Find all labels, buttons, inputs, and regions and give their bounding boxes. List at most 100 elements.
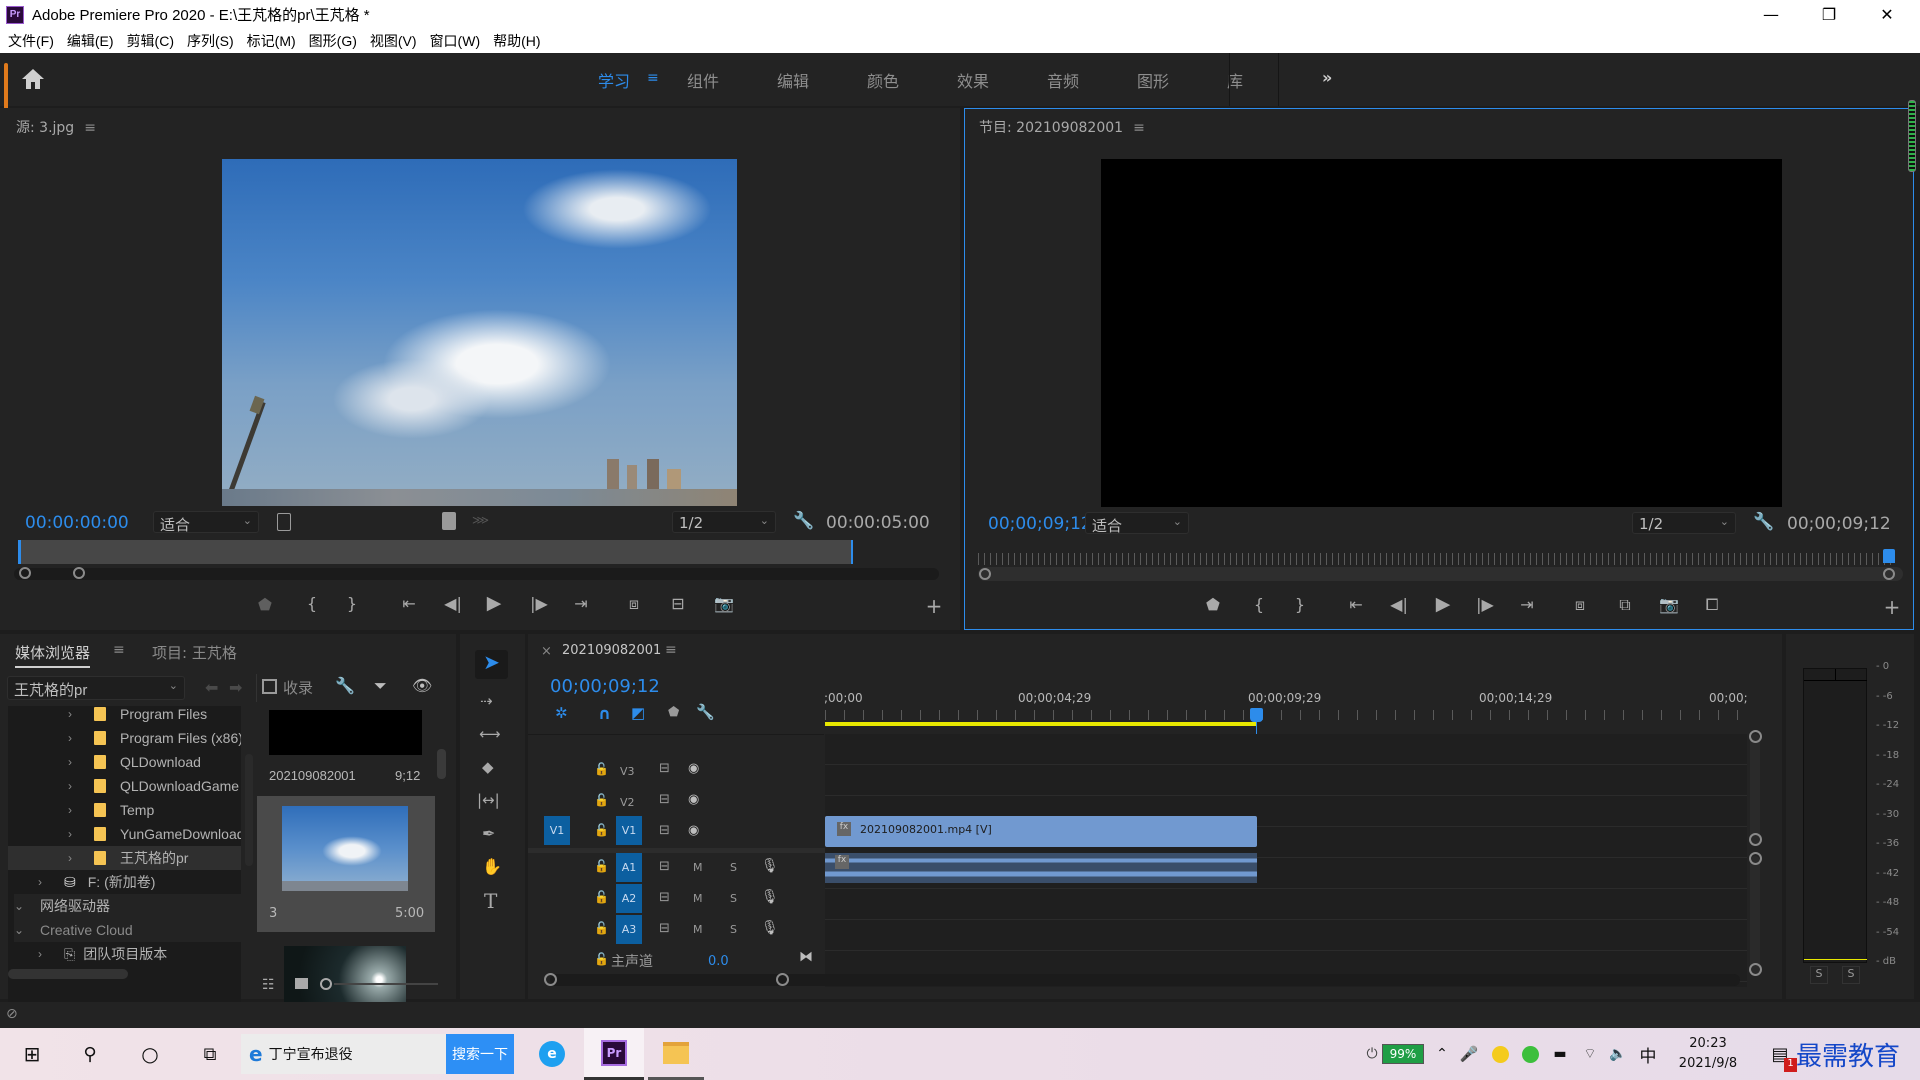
menu-sequence[interactable]: 序列(S) bbox=[187, 31, 234, 51]
ingest-settings-wrench-icon[interactable]: 🔧 bbox=[335, 676, 355, 695]
minimize-button[interactable]: — bbox=[1742, 0, 1800, 29]
tab-project[interactable]: 项目: 王芃格 bbox=[152, 642, 237, 663]
menu-clip[interactable]: 剪辑(C) bbox=[127, 31, 174, 51]
razor-tool-icon[interactable]: ◆ bbox=[482, 758, 494, 776]
browser-search-box[interactable]: e 丁宁宣布退役 bbox=[241, 1034, 446, 1074]
export-frame-camera-icon[interactable]: 📷 bbox=[1656, 595, 1682, 614]
thumbnail-image-sun[interactable] bbox=[284, 946, 406, 1002]
voiceover-record-mic-icon[interactable]: 🎙 bbox=[761, 920, 779, 936]
menu-markers[interactable]: 标记(M) bbox=[247, 31, 296, 51]
sync-lock-icon[interactable]: ⊟ bbox=[659, 792, 670, 807]
insert-edit-toggle-icon[interactable] bbox=[277, 513, 291, 531]
menu-view[interactable]: 视图(V) bbox=[370, 31, 417, 51]
source-zoom-scrollbar[interactable] bbox=[14, 568, 939, 580]
audio-scroll-handle-bottom[interactable] bbox=[1749, 963, 1762, 976]
source-timecode[interactable]: 00:00:00:00 bbox=[25, 513, 129, 533]
workspace-tab-effects[interactable]: 效果 bbox=[957, 68, 989, 92]
workspace-tab-audio[interactable]: 音频 bbox=[1047, 68, 1079, 92]
add-marker-button[interactable]: ⬟ bbox=[252, 595, 278, 614]
back-arrow-icon[interactable]: ⬅ bbox=[205, 678, 218, 697]
mark-out-button[interactable]: } bbox=[339, 594, 365, 613]
workspace-tab-editing[interactable]: 编辑 bbox=[777, 68, 809, 92]
sync-lock-icon[interactable]: ⊟ bbox=[659, 921, 670, 936]
solo-track-button[interactable]: S bbox=[730, 861, 737, 874]
track-target-a2[interactable]: A2 bbox=[616, 884, 642, 913]
panel-menu-icon[interactable]: ≡ bbox=[1133, 120, 1145, 136]
mark-in-button[interactable]: { bbox=[1246, 595, 1272, 614]
music-app-tray-icon[interactable] bbox=[1488, 1028, 1512, 1080]
timeline-settings-wrench-icon[interactable]: 🔧 bbox=[696, 703, 715, 721]
program-fit-dropdown[interactable]: 适合 ⌄ bbox=[1085, 512, 1189, 535]
tree-item[interactable]: › YunGameDownload bbox=[68, 822, 241, 846]
go-to-in-button[interactable]: ⇤ bbox=[396, 594, 422, 613]
ime-indicator[interactable]: 中 bbox=[1636, 1028, 1660, 1080]
source-resolution-dropdown[interactable]: 1/2 ⌄ bbox=[672, 511, 776, 533]
type-tool-icon[interactable]: T bbox=[484, 889, 497, 913]
toggle-output-eye-icon[interactable]: ◉ bbox=[688, 823, 699, 838]
search-icon[interactable]: ⚲ bbox=[68, 1028, 112, 1080]
solo-right-button[interactable]: S bbox=[1842, 966, 1860, 984]
audio-track-scrollbar[interactable] bbox=[1750, 856, 1760, 976]
mark-in-button[interactable]: { bbox=[299, 594, 325, 613]
home-icon[interactable] bbox=[20, 67, 46, 91]
track-select-forward-tool-icon[interactable]: ⇢ bbox=[480, 692, 493, 710]
tree-item[interactable]: › Temp bbox=[68, 798, 241, 822]
battery-indicator[interactable]: 99% bbox=[1382, 1044, 1424, 1064]
program-settings-wrench-icon[interactable]: 🔧 bbox=[1753, 512, 1774, 532]
hand-tool-icon[interactable]: ✋ bbox=[482, 857, 502, 876]
track-name-v3[interactable]: V3 bbox=[620, 765, 635, 778]
solo-track-button[interactable]: S bbox=[730, 923, 737, 936]
tree-section-network[interactable]: ⌄ 网络驱动器 bbox=[14, 894, 241, 918]
menu-file[interactable]: 文件(F) bbox=[8, 31, 54, 51]
linked-selection-icon[interactable]: ◩ bbox=[631, 704, 645, 722]
slip-tool-icon[interactable]: |↔| bbox=[477, 791, 500, 809]
track-lock-icon[interactable]: 🔓 bbox=[594, 793, 609, 807]
workspace-tab-learning[interactable]: 学习 bbox=[598, 68, 630, 92]
sync-lock-icon[interactable]: ⊟ bbox=[659, 823, 670, 838]
show-hidden-icons-chevron[interactable]: ⌃ bbox=[1432, 1028, 1452, 1080]
master-audio-end-icon[interactable]: ⧓ bbox=[799, 949, 813, 965]
track-lock-icon[interactable]: 🔓 bbox=[594, 890, 609, 904]
track-name-v2[interactable]: V2 bbox=[620, 796, 635, 809]
clock[interactable]: 20:23 2021/9/8 bbox=[1672, 1028, 1744, 1080]
list-view-icon[interactable]: ☷ bbox=[262, 977, 275, 993]
video-scroll-handle-top[interactable] bbox=[1749, 730, 1762, 743]
program-playhead[interactable] bbox=[1883, 549, 1895, 563]
pen-tool-icon[interactable]: ✒ bbox=[482, 824, 495, 843]
tree-item-team-projects[interactable]: › ⎘ 团队项目版本 bbox=[38, 942, 241, 966]
ripple-edit-tool-icon[interactable]: ⟷ bbox=[479, 725, 501, 743]
track-target-a3[interactable]: A3 bbox=[616, 915, 642, 944]
master-volume-value[interactable]: 0.0 bbox=[708, 954, 729, 969]
video-track-scrollbar[interactable] bbox=[1750, 734, 1760, 844]
solo-track-button[interactable]: S bbox=[730, 892, 737, 905]
nest-toggle-icon[interactable]: ✲ bbox=[555, 704, 568, 722]
button-editor-plus-icon[interactable]: + bbox=[1879, 595, 1905, 619]
zoom-slider-handle[interactable] bbox=[320, 978, 332, 990]
source-patch-v1[interactable]: V1 bbox=[544, 816, 570, 845]
tree-item[interactable]: › QLDownload bbox=[68, 750, 241, 774]
tree-item-selected[interactable]: › 王芃格的pr bbox=[68, 846, 241, 870]
search-submit-button[interactable]: 搜索一下 bbox=[446, 1034, 514, 1074]
tree-item-drive[interactable]: › ⛁ F: (新加卷) bbox=[38, 870, 241, 894]
microphone-icon[interactable]: 🎤 bbox=[1458, 1028, 1480, 1080]
menu-help[interactable]: 帮助(H) bbox=[493, 31, 540, 51]
location-dropdown[interactable]: 王芃格的pr ⌄ bbox=[7, 676, 185, 700]
battery-tray-icon[interactable]: ▬ bbox=[1548, 1028, 1572, 1080]
lift-button[interactable]: ⧈ bbox=[1567, 595, 1593, 615]
mark-out-button[interactable]: } bbox=[1287, 595, 1313, 614]
restore-button[interactable]: ❐ bbox=[1800, 0, 1858, 29]
premiere-taskbar-button[interactable]: Pr bbox=[584, 1028, 644, 1080]
zoom-slider-track[interactable] bbox=[334, 983, 438, 985]
close-button[interactable]: ✕ bbox=[1858, 0, 1916, 29]
source-fit-dropdown[interactable]: 适合 ⌄ bbox=[153, 511, 259, 534]
timeline-playhead-handle[interactable] bbox=[1250, 708, 1263, 722]
insert-button[interactable]: ⧈ bbox=[621, 594, 647, 614]
voiceover-record-mic-icon[interactable]: 🎙 bbox=[761, 858, 779, 874]
overwrite-button[interactable]: ⊟ bbox=[665, 594, 691, 613]
workspace-menu-icon[interactable]: ≡ bbox=[647, 70, 659, 86]
cortana-icon[interactable]: ○ bbox=[128, 1028, 172, 1080]
audio-clip[interactable]: fx bbox=[825, 853, 1257, 883]
start-windows-icon[interactable]: ⊞ bbox=[10, 1028, 54, 1080]
toggle-output-eye-icon[interactable]: ◉ bbox=[688, 761, 699, 776]
action-center-icon[interactable]: ▤ bbox=[1768, 1028, 1792, 1080]
